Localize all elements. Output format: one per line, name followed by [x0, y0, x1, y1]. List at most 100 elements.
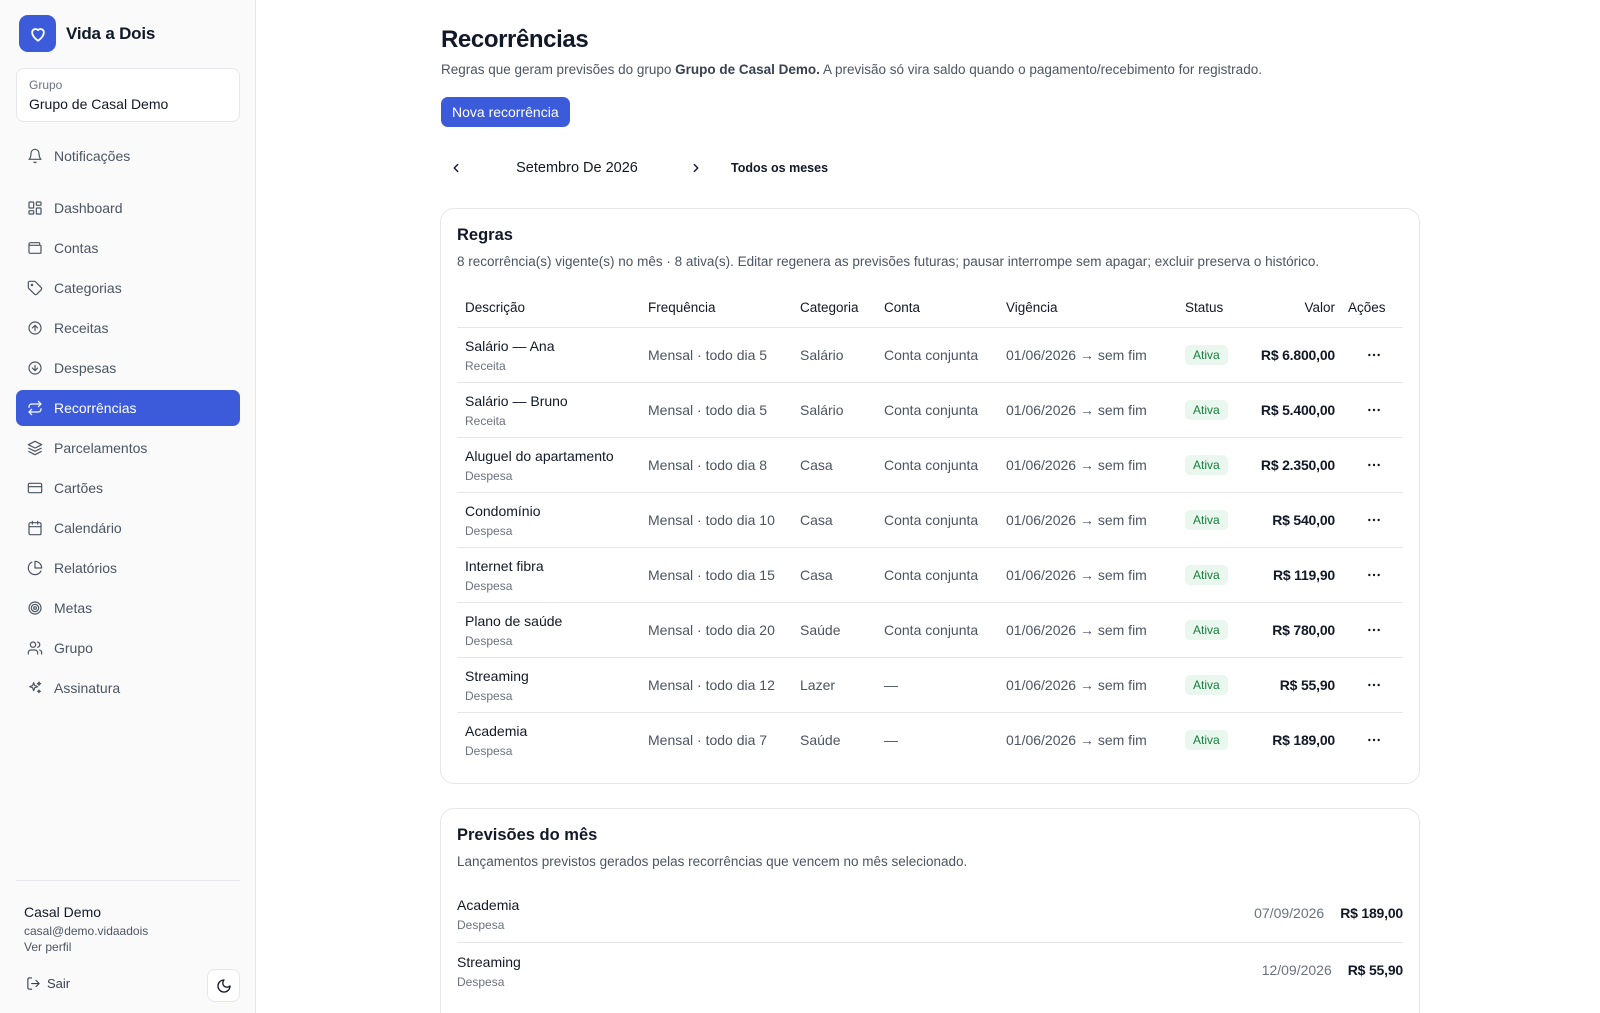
row-validity: 01/06/2026 → sem fim [1006, 512, 1147, 528]
sidebar-item-grupo[interactable]: Grupo [16, 630, 240, 666]
sidebar: Vida a Dois Grupo Grupo de Casal Demo No… [0, 0, 256, 1013]
theme-toggle-button[interactable] [207, 969, 240, 1002]
row-description: Academia [465, 723, 528, 739]
sidebar-item-parcelamentos[interactable]: Parcelamentos [16, 430, 240, 466]
sidebar-item-metas[interactable]: Metas [16, 590, 240, 626]
row-category: Salário [800, 402, 844, 418]
pie-chart-icon [27, 560, 43, 576]
group-selector[interactable]: Grupo Grupo de Casal Demo [16, 68, 240, 122]
row-type: Despesa [465, 524, 513, 538]
table-row[interactable]: Internet fibra Despesa Mensal · todo dia… [457, 548, 1403, 603]
user-email: casal@demo.vidaadois [24, 924, 149, 938]
row-value: R$ 5.400,00 [1260, 402, 1335, 418]
row-actions-button[interactable] [1363, 455, 1385, 475]
forecast-description: Streaming [457, 954, 521, 970]
row-category: Casa [800, 567, 833, 583]
bell-icon [28, 148, 42, 164]
row-frequency: Mensal · todo dia 20 [648, 622, 775, 638]
row-description: Plano de saúde [465, 613, 563, 629]
view-profile-link[interactable]: Ver perfil [24, 940, 71, 954]
all-months-button[interactable]: Todos os meses [731, 161, 828, 175]
sidebar-item-contas[interactable]: Contas [16, 230, 240, 266]
sidebar-item-label: Dashboard [54, 200, 123, 216]
page-description-suffix: A previsão só vira saldo quando o pagame… [819, 62, 1262, 77]
row-validity: 01/06/2026 → sem fim [1006, 457, 1147, 473]
current-month-label: Setembro De 2026 [516, 160, 638, 176]
sidebar-item-recorrencias[interactable]: Recorrências [16, 390, 240, 426]
logout-button[interactable]: Sair [26, 976, 70, 991]
sidebar-item-notifications[interactable]: Notificações [16, 138, 240, 174]
list-item[interactable]: Academia Despesa 07/09/2026 R$ 189,00 [457, 887, 1403, 943]
sidebar-item-calendario[interactable]: Calendário [16, 510, 240, 546]
status-badge: Ativa [1185, 400, 1228, 420]
prev-month-button[interactable] [446, 158, 466, 178]
col-acc: Conta [884, 300, 921, 315]
row-category: Casa [800, 512, 833, 528]
more-horizontal-icon [1368, 683, 1380, 687]
forecast-type: Despesa [457, 975, 505, 989]
row-description: Salário — Bruno [465, 393, 568, 409]
row-account: — [884, 732, 898, 748]
brand[interactable]: Vida a Dois [19, 15, 155, 52]
more-horizontal-icon [1368, 573, 1380, 577]
col-value: Valor [1304, 300, 1335, 315]
wallet-icon [28, 242, 42, 254]
table-row[interactable]: Aluguel do apartamento Despesa Mensal · … [457, 438, 1403, 493]
status-badge: Ativa [1185, 675, 1228, 695]
table-row[interactable]: Plano de saúde Despesa Mensal · todo dia… [457, 603, 1403, 658]
table-row[interactable]: Streaming Despesa Mensal · todo dia 12 L… [457, 658, 1403, 713]
rules-table-header: Descrição Frequência Categoria Conta Vig… [457, 287, 1403, 328]
table-row[interactable]: Salário — Ana Receita Mensal · todo dia … [457, 328, 1403, 383]
table-row[interactable]: Salário — Bruno Receita Mensal · todo di… [457, 383, 1403, 438]
sidebar-item-label: Receitas [54, 320, 109, 336]
status-badge: Ativa [1185, 565, 1228, 585]
row-description: Streaming [465, 668, 529, 684]
chevron-right-icon [693, 163, 699, 173]
sidebar-item-despesas[interactable]: Despesas [16, 350, 240, 386]
row-value: R$ 780,00 [1272, 622, 1335, 638]
row-actions-button[interactable] [1363, 675, 1385, 695]
next-month-button[interactable] [686, 158, 706, 178]
sidebar-item-label: Assinatura [54, 680, 121, 696]
list-item[interactable]: Streaming Despesa 12/09/2026 R$ 55,90 [457, 944, 1403, 1000]
sidebar-item-assinatura[interactable]: Assinatura [16, 670, 240, 706]
table-row[interactable]: Condomínio Despesa Mensal · todo dia 10 … [457, 493, 1403, 548]
more-horizontal-icon [1368, 353, 1380, 357]
sidebar-item-categorias[interactable]: Categorias [16, 270, 240, 306]
forecast-description: Academia [457, 897, 520, 913]
row-type: Despesa [465, 634, 513, 648]
row-value: R$ 119,90 [1272, 567, 1335, 583]
tag-icon [27, 280, 43, 296]
row-actions-button[interactable] [1363, 565, 1385, 585]
row-description: Salário — Ana [465, 338, 555, 354]
row-account: Conta conjunta [884, 622, 979, 638]
row-category: Salário [800, 347, 844, 363]
row-account: Conta conjunta [884, 402, 979, 418]
layers-icon [27, 440, 43, 456]
row-actions-button[interactable] [1363, 510, 1385, 530]
row-actions-button[interactable] [1363, 730, 1385, 750]
target-icon [28, 601, 42, 615]
row-actions-button[interactable] [1363, 620, 1385, 640]
table-row[interactable]: Academia Despesa Mensal · todo dia 7 Saú… [457, 713, 1403, 768]
row-actions-button[interactable] [1363, 345, 1385, 365]
calendar-icon [28, 520, 42, 536]
sidebar-item-label: Calendário [54, 520, 122, 536]
forecast-value: R$ 189,00 [1340, 905, 1403, 921]
sidebar-item-label: Contas [54, 240, 99, 256]
new-recurrence-button[interactable]: Nova recorrência [441, 97, 570, 127]
sidebar-item-relatorios[interactable]: Relatórios [16, 550, 240, 586]
sidebar-item-receitas[interactable]: Receitas [16, 310, 240, 346]
rules-title: Regras [457, 226, 513, 244]
row-actions-button[interactable] [1363, 400, 1385, 420]
arrow-down-circle-icon [28, 361, 42, 375]
row-frequency: Mensal · todo dia 10 [648, 512, 775, 528]
group-name: Grupo de Casal Demo [29, 96, 169, 112]
row-type: Receita [465, 359, 506, 373]
row-type: Despesa [465, 689, 513, 703]
sidebar-item-dashboard[interactable]: Dashboard [16, 190, 240, 226]
row-type: Despesa [465, 469, 513, 483]
more-horizontal-icon [1368, 518, 1380, 522]
sidebar-item-cartoes[interactable]: Cartões [16, 470, 240, 506]
row-category: Saúde [800, 622, 841, 638]
